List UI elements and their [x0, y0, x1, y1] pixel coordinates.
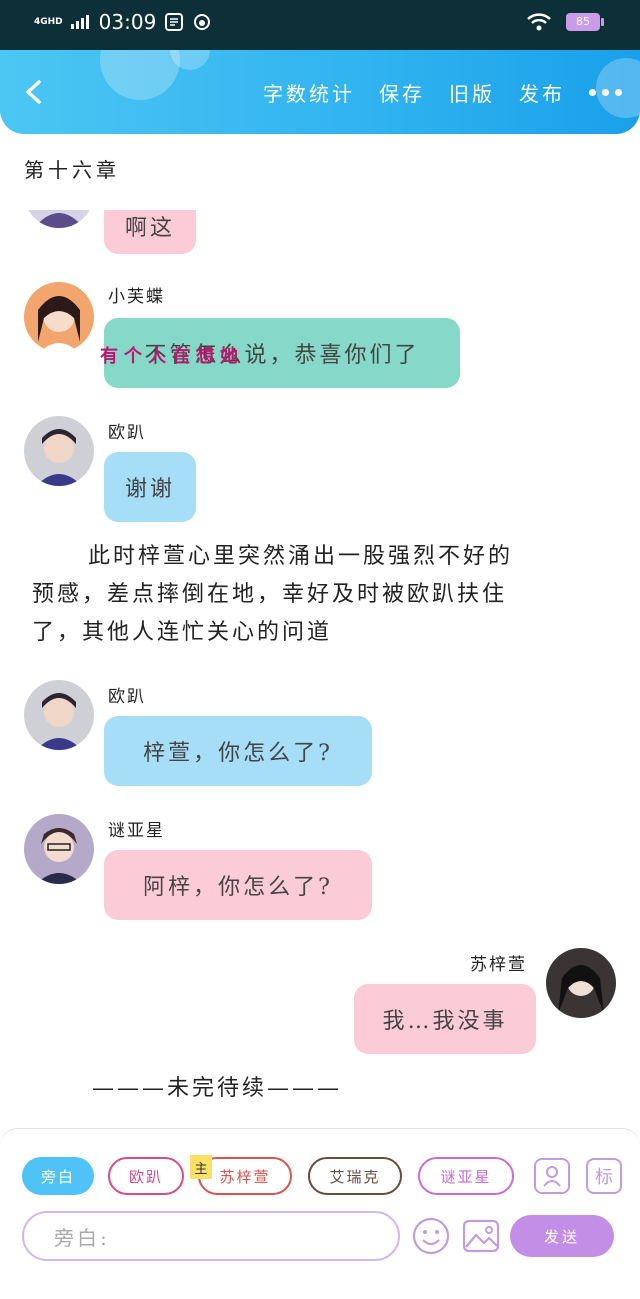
to-be-continued: ———未完待续——— [92, 1076, 343, 1101]
clock: 03:09 [98, 10, 157, 34]
message-bubble[interactable]: 梓萱，你怎么了? [104, 716, 372, 786]
role-chip-narrator[interactable]: 旁白 [22, 1157, 94, 1195]
speaker-name: 谜亚星 [108, 821, 165, 841]
avatar[interactable] [24, 680, 94, 750]
app-notification-icon [165, 13, 184, 31]
speaker-name: 欧趴 [108, 423, 146, 443]
more-icon[interactable] [589, 89, 622, 96]
composer-panel: 旁白 欧趴 苏梓萱 主 艾瑞克 谜亚星 标 旁白: 发送 [0, 1128, 640, 1299]
header-actions: 字数统计 保存 旧版 发布 [263, 78, 622, 107]
sticker-overlay-text: 有个人在想她 [100, 346, 244, 367]
send-button[interactable]: 发送 [510, 1215, 614, 1257]
battery-indicator: 85 [566, 13, 604, 31]
back-arrow-icon[interactable] [22, 80, 46, 104]
narration-line: 了，其他人连忙关心的问道 [32, 620, 333, 645]
avatar[interactable] [24, 416, 94, 486]
image-icon[interactable] [462, 1217, 500, 1255]
network-indicator: 4GHD [34, 17, 63, 27]
role-chip-miyaxing[interactable]: 谜亚星 [418, 1157, 514, 1195]
editor-header: 字数统计 保存 旧版 发布 [0, 50, 640, 134]
speaker-name: 欧趴 [108, 687, 146, 707]
word-count-button[interactable]: 字数统计 [263, 78, 355, 107]
wifi-icon [527, 13, 551, 31]
message-bubble[interactable]: 啊这 [104, 210, 196, 254]
chat-content[interactable]: 啊这 小芙蝶 不管怎么说，恭喜你们了 有个人在想她 欧趴 谢谢 此时梓萱心里突然… [0, 210, 640, 1128]
message-bubble[interactable]: 谢谢 [104, 452, 196, 522]
signal-icon [70, 15, 89, 29]
role-chip-eric[interactable]: 艾瑞克 [308, 1157, 402, 1195]
narration-line: 此时梓萱心里突然涌出一股强烈不好的 [88, 544, 514, 569]
status-left: 4GHD 03:09 [34, 10, 212, 34]
tag-icon[interactable]: 标 [586, 1158, 622, 1194]
main-role-badge: 主 [190, 1155, 212, 1179]
avatar[interactable] [24, 814, 94, 884]
speaker-name: 小芙蝶 [108, 287, 165, 307]
publish-button[interactable]: 发布 [519, 78, 565, 107]
role-chip-suzixuan[interactable]: 苏梓萱 [198, 1157, 292, 1195]
role-chip-opa[interactable]: 欧趴 [108, 1157, 184, 1195]
save-button[interactable]: 保存 [379, 78, 425, 107]
speaker-name: 苏梓萱 [470, 955, 527, 975]
message-bubble[interactable]: 我…我没事 [354, 984, 536, 1054]
narration-block[interactable]: 此时梓萱心里突然涌出一股强烈不好的 预感，差点摔倒在地，幸好及时被欧趴扶住 了，… [32, 538, 612, 652]
narration-line: 预感，差点摔倒在地，幸好及时被欧趴扶住 [32, 582, 508, 607]
emoji-icon[interactable] [412, 1217, 450, 1255]
message-bubble[interactable]: 阿梓，你怎么了? [104, 850, 372, 920]
avatar[interactable] [24, 282, 94, 352]
avatar[interactable] [24, 210, 94, 228]
weibo-icon [194, 14, 211, 30]
avatar[interactable] [546, 948, 616, 1018]
decor-bubble [100, 50, 180, 100]
message-input[interactable]: 旁白: [22, 1211, 400, 1261]
status-bar: 4GHD 03:09 85 [0, 0, 640, 50]
old-version-button[interactable]: 旧版 [449, 78, 495, 107]
add-role-icon[interactable] [534, 1158, 570, 1194]
role-chips: 旁白 欧趴 苏梓萱 主 艾瑞克 谜亚星 标 [22, 1155, 622, 1197]
status-right: 85 [526, 12, 604, 32]
chapter-title: 第十六章 [24, 158, 120, 182]
